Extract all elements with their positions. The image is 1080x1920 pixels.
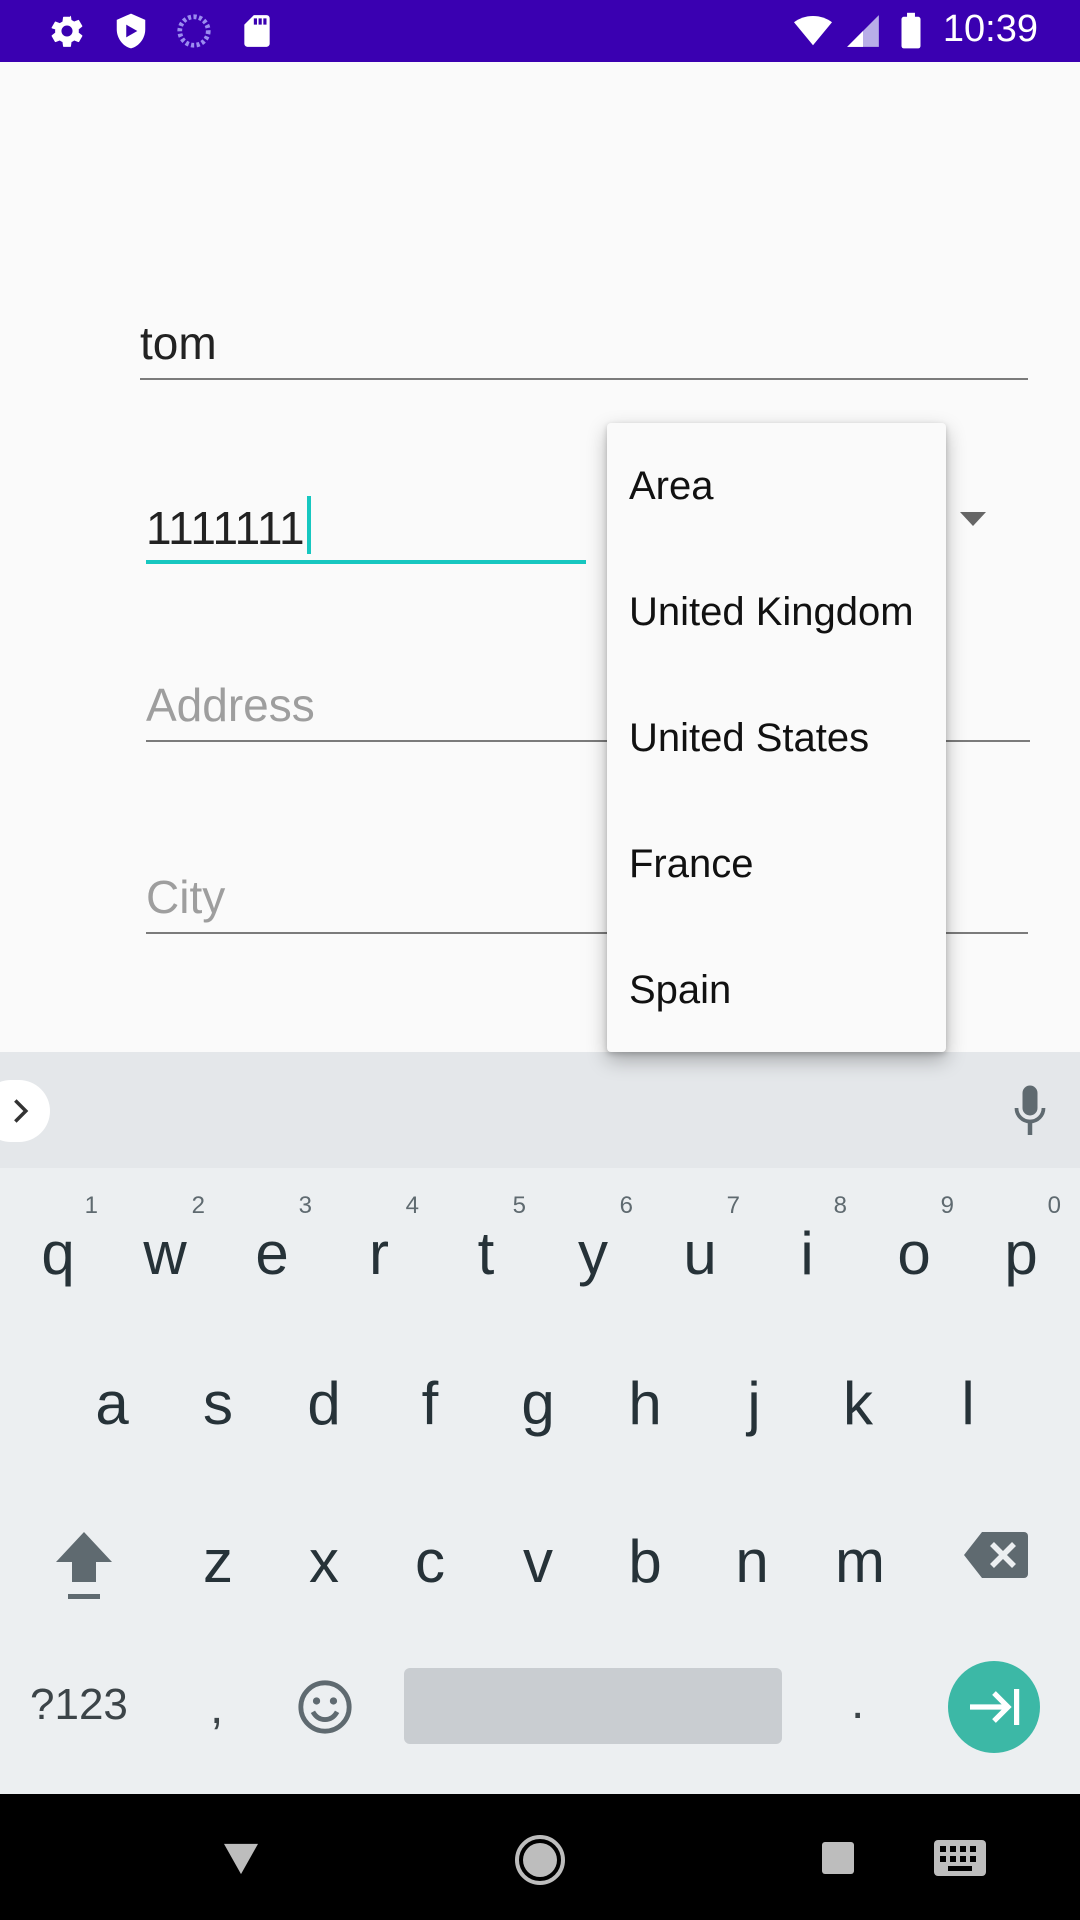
back-icon[interactable] bbox=[222, 1842, 260, 1876]
enter-button[interactable] bbox=[948, 1661, 1040, 1753]
period-key[interactable]: . bbox=[851, 1675, 864, 1730]
key-o[interactable]: 9o bbox=[864, 1186, 964, 1306]
key-c[interactable]: c bbox=[380, 1494, 480, 1614]
home-icon[interactable] bbox=[514, 1834, 566, 1886]
gear-icon bbox=[51, 15, 83, 47]
status-bar: 10:39 bbox=[0, 0, 1080, 62]
key-f[interactable]: f bbox=[380, 1336, 480, 1456]
key-v[interactable]: v bbox=[488, 1494, 588, 1614]
dropdown-option-spain[interactable]: Spain bbox=[607, 927, 946, 1053]
signal-icon bbox=[847, 15, 879, 47]
key-r[interactable]: 4r bbox=[329, 1186, 429, 1306]
chevron-right-icon bbox=[14, 1099, 29, 1123]
key-u[interactable]: 7u bbox=[650, 1186, 750, 1306]
keyboard-suggestion-strip bbox=[0, 1052, 1080, 1168]
area-dropdown-menu: Area United Kingdom United States France… bbox=[607, 423, 946, 1052]
key-i[interactable]: 8i bbox=[757, 1186, 857, 1306]
phone-field-value: 1111111 bbox=[146, 502, 305, 554]
key-p[interactable]: 0p bbox=[971, 1186, 1071, 1306]
key-k[interactable]: k bbox=[808, 1336, 908, 1456]
space-bar[interactable] bbox=[404, 1668, 782, 1744]
key-g[interactable]: g bbox=[488, 1336, 588, 1456]
emoji-icon[interactable] bbox=[296, 1678, 354, 1736]
recents-icon[interactable] bbox=[822, 1842, 854, 1874]
shield-icon bbox=[116, 13, 146, 49]
battery-icon bbox=[901, 12, 921, 49]
name-field-underline bbox=[140, 378, 1028, 380]
keyboard-toolbar-toggle[interactable] bbox=[0, 1080, 50, 1142]
shift-icon[interactable] bbox=[52, 1528, 116, 1602]
key-x[interactable]: x bbox=[274, 1494, 374, 1614]
key-d[interactable]: d bbox=[274, 1336, 374, 1456]
microphone-icon[interactable] bbox=[1012, 1084, 1048, 1138]
key-n[interactable]: n bbox=[702, 1494, 802, 1614]
dropdown-option-france[interactable]: France bbox=[607, 801, 946, 927]
phone-field[interactable]: 1111111 bbox=[146, 496, 311, 555]
key-m[interactable]: m bbox=[810, 1494, 910, 1614]
comma-key[interactable]: , bbox=[210, 1680, 223, 1735]
keyboard-switch-icon[interactable] bbox=[934, 1840, 986, 1876]
name-field[interactable]: tom bbox=[140, 316, 217, 370]
key-t[interactable]: 5t bbox=[436, 1186, 536, 1306]
symbols-key[interactable]: ?123 bbox=[30, 1680, 128, 1730]
tab-next-icon bbox=[970, 1689, 1020, 1725]
dropdown-option-united-states[interactable]: United States bbox=[607, 675, 946, 801]
navigation-bar bbox=[0, 1794, 1080, 1920]
clock: 10:39 bbox=[942, 8, 1038, 50]
key-y[interactable]: 6y bbox=[543, 1186, 643, 1306]
key-a[interactable]: a bbox=[62, 1336, 162, 1456]
key-j[interactable]: j bbox=[704, 1336, 804, 1456]
key-s[interactable]: s bbox=[168, 1336, 268, 1456]
key-q[interactable]: 1q bbox=[8, 1186, 108, 1306]
key-b[interactable]: b bbox=[595, 1494, 695, 1614]
phone-field-underline bbox=[146, 560, 586, 564]
city-field[interactable]: City bbox=[146, 870, 225, 924]
wifi-icon bbox=[794, 15, 832, 46]
key-z[interactable]: z bbox=[168, 1494, 268, 1614]
key-l[interactable]: l bbox=[918, 1336, 1018, 1456]
key-w[interactable]: 2w bbox=[115, 1186, 215, 1306]
key-h[interactable]: h bbox=[595, 1336, 695, 1456]
text-cursor bbox=[306, 496, 311, 554]
backspace-icon[interactable] bbox=[962, 1530, 1028, 1580]
sync-icon bbox=[177, 14, 211, 48]
key-e[interactable]: 3e bbox=[222, 1186, 322, 1306]
dropdown-option-united-kingdom[interactable]: United Kingdom bbox=[607, 549, 946, 675]
area-spinner-arrow-icon[interactable] bbox=[960, 512, 986, 526]
dropdown-option-area[interactable]: Area bbox=[607, 423, 946, 549]
sd-card-icon bbox=[244, 15, 270, 47]
address-field[interactable]: Address bbox=[146, 678, 315, 732]
